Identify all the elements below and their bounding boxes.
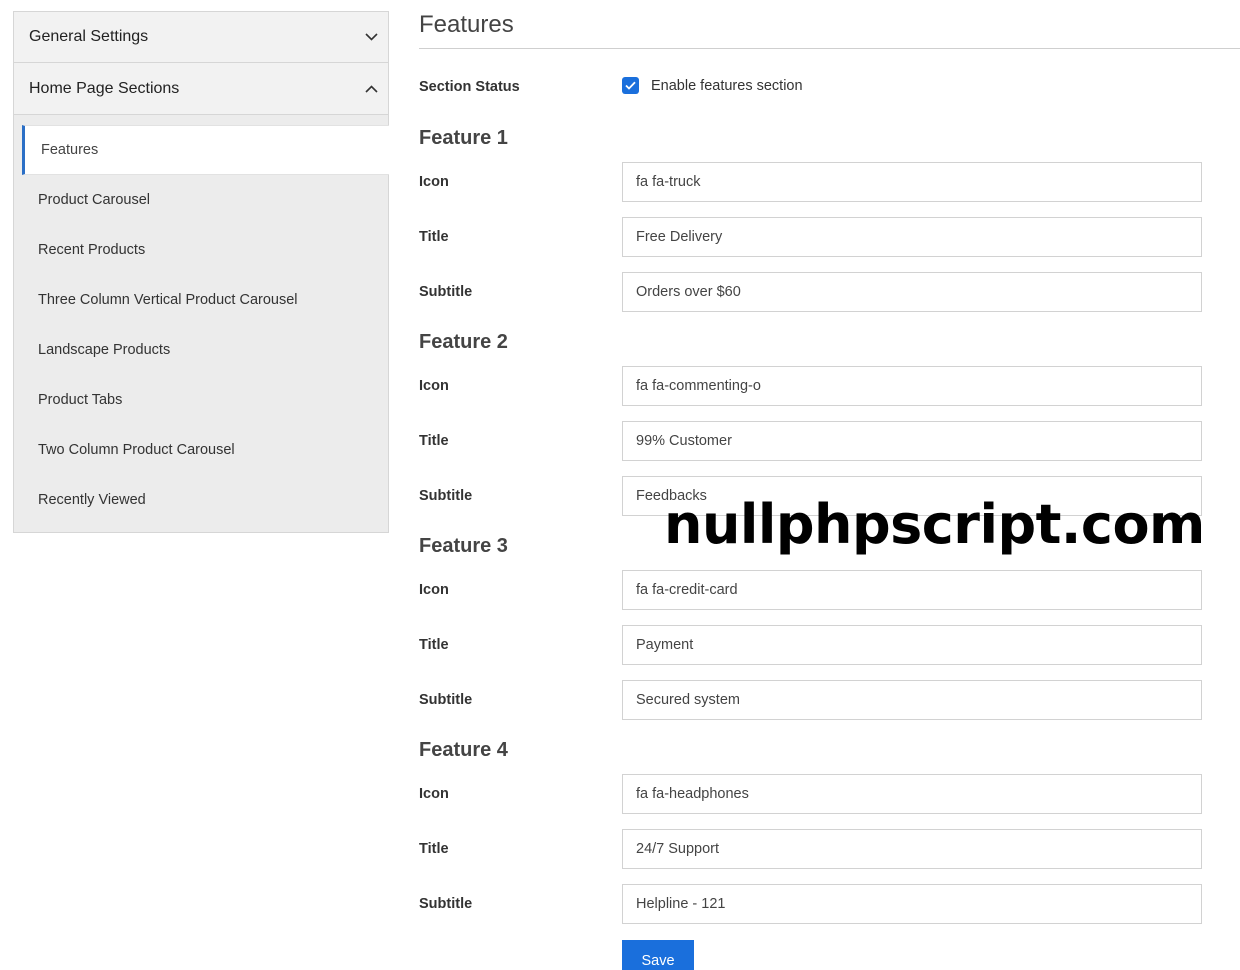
feature-1-icon-input[interactable]	[622, 162, 1202, 202]
feature-3-subtitle-input[interactable]	[622, 680, 1202, 720]
feature-heading: Feature 1	[419, 127, 508, 149]
section-status-row: Section Status Enable features section	[419, 77, 1240, 123]
main-content: Features Section Status Enable features …	[419, 0, 1240, 970]
feature-3-icon-input[interactable]	[622, 570, 1202, 610]
sidebar-item-landscape-products[interactable]: Landscape Products	[14, 325, 388, 375]
sidebar-item-label: Product Carousel	[38, 192, 151, 208]
sidebar-item-recently-viewed[interactable]: Recently Viewed	[14, 475, 388, 525]
accordion-general-settings[interactable]: General Settings	[13, 11, 389, 63]
icon-label: Icon	[419, 582, 449, 598]
watermark-text: nullphpscript.com	[664, 493, 1205, 556]
sidebar-item-label: Two Column Product Carousel	[38, 442, 235, 458]
icon-label: Icon	[419, 786, 449, 802]
sidebar-item-features[interactable]: Features	[22, 125, 389, 175]
sidebar-item-product-carousel[interactable]: Product Carousel	[14, 175, 388, 225]
feature-1-subtitle-input[interactable]	[622, 272, 1202, 312]
title-label: Title	[419, 637, 449, 653]
page-title: Features	[419, 0, 1240, 49]
feature-icon-row: Icon	[419, 162, 1240, 217]
feature-title-row: Title	[419, 217, 1240, 272]
feature-title-row: Title	[419, 625, 1240, 680]
feature-heading: Feature 2	[419, 331, 508, 353]
title-label: Title	[419, 229, 449, 245]
sidebar-item-product-tabs[interactable]: Product Tabs	[14, 375, 388, 425]
feature-group-3: Feature 3 Icon Title Subtitle	[419, 531, 1240, 735]
feature-icon-row: Icon	[419, 774, 1240, 829]
feature-icon-row: Icon	[419, 366, 1240, 421]
accordion-general-settings-label: General Settings	[29, 28, 149, 45]
sidebar-item-label: Features	[41, 142, 99, 158]
sidebar-item-label: Landscape Products	[38, 342, 171, 358]
feature-4-subtitle-input[interactable]	[622, 884, 1202, 924]
feature-2-icon-input[interactable]	[622, 366, 1202, 406]
feature-4-title-input[interactable]	[622, 829, 1202, 869]
icon-label: Icon	[419, 378, 449, 394]
title-label: Title	[419, 433, 449, 449]
enable-features-checkbox[interactable]	[622, 77, 639, 94]
chevron-down-icon	[364, 30, 378, 44]
accordion-home-page-sections-label: Home Page Sections	[29, 79, 180, 97]
sidebar: General Settings Home Page Sections Feat…	[13, 11, 389, 533]
feature-group-4: Feature 4 Icon Title Subtitle	[419, 735, 1240, 939]
sidebar-item-label: Product Tabs	[38, 392, 123, 408]
chevron-up-icon	[364, 82, 378, 96]
feature-icon-row: Icon	[419, 570, 1240, 625]
feature-subtitle-row: Subtitle	[419, 884, 1240, 939]
feature-group-1: Feature 1 Icon Title Subtitle	[419, 123, 1240, 327]
feature-heading: Feature 4	[419, 739, 508, 761]
feature-subtitle-row: Subtitle	[419, 272, 1240, 327]
save-row: Save	[419, 940, 1240, 970]
accordion-home-page-sections[interactable]: Home Page Sections	[13, 63, 389, 115]
icon-label: Icon	[419, 174, 449, 190]
subtitle-label: Subtitle	[419, 284, 473, 300]
feature-3-title-input[interactable]	[622, 625, 1202, 665]
feature-4-icon-input[interactable]	[622, 774, 1202, 814]
enable-features-checkbox-wrap[interactable]: Enable features section	[622, 77, 803, 94]
checkmark-icon	[625, 81, 636, 90]
feature-title-row: Title	[419, 421, 1240, 476]
sidebar-item-label: Recent Products	[38, 242, 146, 258]
feature-1-title-input[interactable]	[622, 217, 1202, 257]
sidebar-item-three-column-vertical-product-carousel[interactable]: Three Column Vertical Product Carousel	[14, 275, 388, 325]
save-button[interactable]: Save	[622, 940, 694, 970]
enable-features-label: Enable features section	[651, 77, 803, 94]
section-status-label: Section Status	[419, 79, 520, 95]
title-label: Title	[419, 841, 449, 857]
subtitle-label: Subtitle	[419, 896, 473, 912]
sidebar-item-label: Recently Viewed	[38, 492, 146, 508]
subtitle-label: Subtitle	[419, 488, 473, 504]
sidebar-item-recent-products[interactable]: Recent Products	[14, 225, 388, 275]
feature-subtitle-row: Subtitle	[419, 680, 1240, 735]
subtitle-label: Subtitle	[419, 692, 473, 708]
sidebar-item-two-column-product-carousel[interactable]: Two Column Product Carousel	[14, 425, 388, 475]
sidebar-item-label: Three Column Vertical Product Carousel	[38, 292, 298, 308]
home-page-sections-list: Features Product Carousel Recent Product…	[13, 115, 389, 533]
feature-title-row: Title	[419, 829, 1240, 884]
feature-2-title-input[interactable]	[622, 421, 1202, 461]
